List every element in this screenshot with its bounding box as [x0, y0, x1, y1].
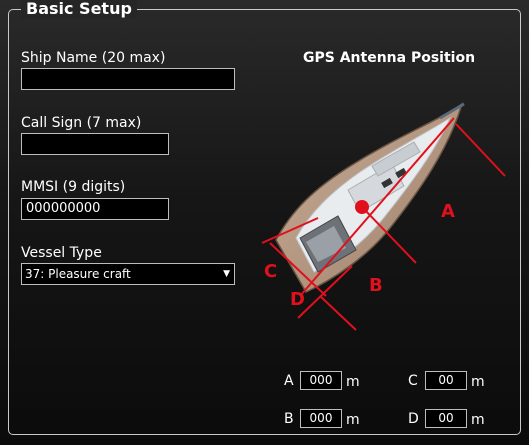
- dim-a-input[interactable]: 000: [300, 371, 342, 390]
- diagram-label-b: B: [369, 275, 383, 296]
- antenna-position-dot: [355, 200, 369, 214]
- ship-name-label: Ship Name (20 max): [21, 50, 166, 66]
- bow-line-a: [455, 123, 506, 177]
- diagram-label-a: A: [441, 201, 455, 222]
- line-d2: [319, 295, 357, 331]
- gps-antenna-diagram: A B C D: [261, 102, 506, 331]
- call-sign-input[interactable]: [21, 133, 169, 155]
- dim-d-input[interactable]: 00: [425, 409, 467, 428]
- group-title: Basic Setup: [21, 0, 137, 19]
- vessel-type-label: Vessel Type: [21, 245, 102, 261]
- vessel-type-select[interactable]: 37: Pleasure craft ▼: [21, 263, 235, 285]
- mmsi-input[interactable]: 000000000: [21, 198, 169, 220]
- chevron-down-icon: ▼: [223, 269, 230, 279]
- dim-c-unit: m: [471, 374, 485, 390]
- vessel-type-value: 37: Pleasure craft: [25, 267, 131, 281]
- ship-name-input[interactable]: [21, 68, 235, 90]
- dim-d-label: D: [408, 411, 419, 427]
- diagram-label-d: D: [290, 289, 305, 310]
- dim-d-unit: m: [471, 412, 485, 428]
- dim-a-unit: m: [346, 374, 360, 390]
- mmsi-label: MMSI (9 digits): [21, 179, 126, 195]
- dim-a-label: A: [284, 373, 294, 389]
- dim-b-unit: m: [346, 412, 360, 428]
- call-sign-label: Call Sign (7 max): [21, 115, 142, 131]
- dim-c-label: C: [408, 373, 418, 389]
- dim-b-input[interactable]: 000: [300, 409, 342, 428]
- gps-title: GPS Antenna Position: [303, 50, 476, 66]
- dim-b-label: B: [284, 411, 294, 427]
- diagram-label-c: C: [264, 261, 277, 282]
- dim-c-input[interactable]: 00: [425, 371, 467, 390]
